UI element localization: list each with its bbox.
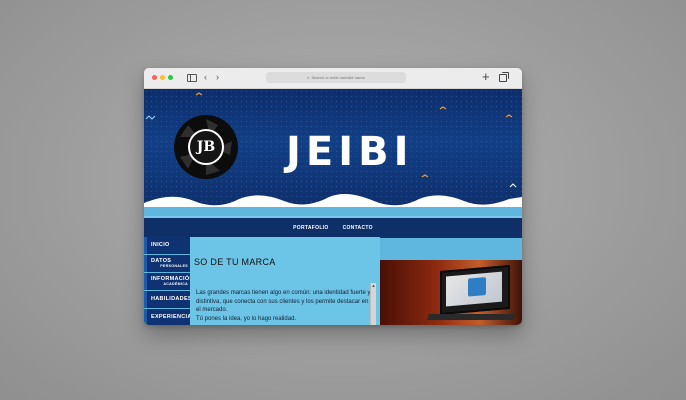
section-heading: SO DE TU MARCA — [194, 257, 276, 267]
laptop-screen-image — [440, 264, 510, 316]
search-icon: ⌕ — [307, 75, 310, 80]
intro-paragraph: Las grandes marcas tienen algo en común:… — [196, 289, 372, 323]
browser-window: ‹ › ⌕ Search or enter website name + JB … — [144, 68, 522, 325]
laptop-base-image — [426, 314, 516, 320]
minimize-window-button[interactable] — [160, 75, 165, 80]
screen-photo-image — [468, 277, 486, 297]
side-menu-label: INICIO — [151, 242, 170, 248]
side-menu-item-datos-personales[interactable]: DATOS PERSONALES — [144, 255, 190, 272]
main-content: SO DE TU MARCA Las grandes marcas tienen… — [190, 237, 380, 325]
hero-banner: JB JEIBI — [144, 89, 522, 207]
side-menu-item-informacion-academica[interactable]: INFORMACIÓN ACADÉMICA — [144, 273, 193, 290]
address-bar[interactable]: ⌕ Search or enter website name — [266, 72, 406, 83]
side-menu-item-habilidades[interactable]: HABILIDADES — [144, 291, 192, 308]
side-menu-item-experiencia[interactable]: EXPERIENCIA — [144, 309, 192, 325]
top-navigation: PORTAFOLIO CONTACTO — [144, 216, 522, 238]
content-scrollbar[interactable]: ▲ — [370, 283, 376, 325]
close-window-button[interactable] — [152, 75, 157, 80]
intro-text: Las grandes marcas tienen algo en común:… — [196, 290, 371, 313]
nav-link-contacto[interactable]: CONTACTO — [343, 225, 373, 231]
sidebar-toggle-icon[interactable] — [187, 74, 197, 82]
tagline-text: Tú pones la idea, yo lo hago realidad. — [196, 315, 297, 322]
wave-divider — [144, 194, 522, 207]
side-menu-label: EXPERIENCIA — [151, 314, 192, 320]
logo-monogram: JB — [188, 129, 224, 165]
forward-arrow-icon[interactable]: › — [216, 72, 219, 82]
scroll-up-icon[interactable]: ▲ — [371, 283, 376, 288]
site-title: JEIBI — [286, 129, 414, 175]
side-menu-sublabel: ACADÉMICA — [163, 281, 188, 286]
side-menu: INICIO DATOS PERSONALES INFORMACIÓN ACAD… — [144, 237, 193, 325]
address-bar-placeholder: Search or enter website name — [311, 75, 365, 80]
nav-link-portafolio[interactable]: PORTAFOLIO — [293, 225, 328, 231]
side-menu-sublabel: PERSONALES — [160, 263, 188, 268]
zoom-window-button[interactable] — [168, 75, 173, 80]
tab-overview-icon[interactable] — [499, 72, 509, 82]
web-page: JB JEIBI PORTAFOLIO CONTACTO INICIO DATO… — [144, 89, 522, 325]
browser-toolbar: ‹ › ⌕ Search or enter website name + — [144, 68, 522, 89]
new-tab-icon[interactable]: + — [482, 70, 490, 84]
laptop-photo — [380, 260, 522, 325]
back-arrow-icon[interactable]: ‹ — [204, 72, 207, 82]
side-menu-item-inicio[interactable]: INICIO — [144, 237, 190, 254]
side-menu-label: HABILIDADES — [151, 296, 192, 302]
